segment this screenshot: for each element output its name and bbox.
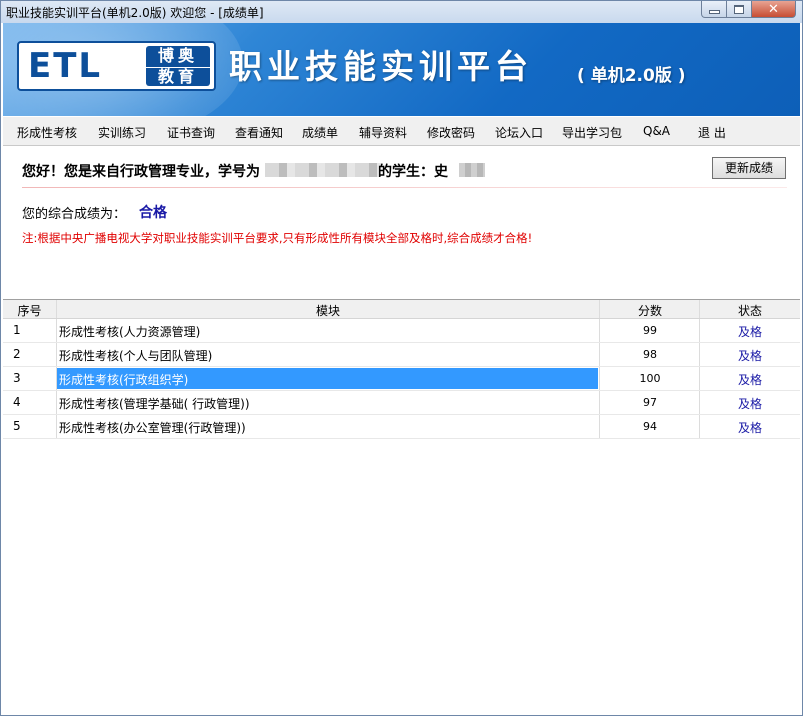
column-divider: [56, 415, 57, 438]
row-status: 及格: [737, 397, 762, 411]
row-module: 形成性考核(人力资源管理): [59, 325, 201, 339]
menu-item-notices[interactable]: 查看通知: [235, 124, 283, 141]
menu-item-certificate[interactable]: 证书查询: [167, 124, 215, 141]
window-title: 职业技能实训平台(单机2.0版) 欢迎您 - [成绩单]: [6, 6, 264, 20]
table-row[interactable]: 1 形成性考核(人力资源管理) 99 及格: [3, 319, 800, 343]
row-index: 4: [13, 395, 21, 409]
row-score: 97: [643, 396, 657, 409]
table-row-selected[interactable]: 3 形成性考核(行政组织学) 100 及格: [3, 367, 800, 391]
menu-bar: 形成性考核 实训练习 证书查询 查看通知 成绩单 辅导资料 修改密码 论坛入口 …: [3, 117, 800, 146]
header-banner: ETL 博奥 教育 职业技能实训平台 ( 单机2.0版 ): [3, 23, 800, 116]
close-icon: ✕: [768, 1, 779, 17]
notice-text: 注:根据中央广播电视大学对职业技能实训平台要求,只有形成性所有模块全部及格时,综…: [22, 231, 533, 245]
row-module: 形成性考核(管理学基础( 行政管理)): [59, 397, 250, 411]
column-header-status[interactable]: 状态: [700, 302, 800, 319]
menu-item-forum[interactable]: 论坛入口: [495, 124, 543, 141]
row-status: 及格: [737, 325, 762, 339]
column-divider: [699, 300, 700, 318]
column-header-module[interactable]: 模块: [56, 302, 600, 319]
banner-edition: ( 单机2.0版 ): [577, 66, 686, 86]
column-divider: [56, 391, 57, 414]
row-score: 99: [643, 324, 657, 337]
column-header-index[interactable]: 序号: [3, 302, 56, 319]
row-index: 2: [13, 347, 21, 361]
divider: [22, 187, 787, 188]
logo-badge-line2: 教育: [146, 67, 210, 86]
table-row[interactable]: 4 形成性考核(管理学基础( 行政管理)) 97 及格: [3, 391, 800, 415]
row-index: 5: [13, 419, 21, 433]
menu-item-export[interactable]: 导出学习包: [562, 124, 622, 141]
minimize-button[interactable]: [701, 1, 727, 18]
row-status: 及格: [737, 373, 762, 387]
overall-score-label: 您的综合成绩为：: [22, 207, 127, 222]
overall-score-value: 合格: [139, 205, 167, 221]
title-bar[interactable]: 职业技能实训平台(单机2.0版) 欢迎您 - [成绩单] ✕: [1, 1, 802, 23]
menu-item-formative-assessment[interactable]: 形成性考核: [17, 124, 77, 141]
greeting-text: 您好！您是来自行政管理专业，学号为: [22, 164, 260, 180]
logo-badge: 博奥 教育: [146, 46, 210, 86]
row-module: 形成性考核(个人与团队管理): [59, 349, 213, 363]
redacted-student-name: [459, 163, 485, 177]
menu-item-exit[interactable]: 退 出: [698, 124, 726, 141]
menu-item-qa[interactable]: Q&A: [643, 124, 670, 138]
greeting-suffix: 的学生：史: [378, 164, 448, 180]
window-controls: ✕: [701, 1, 796, 18]
minimize-icon: [708, 9, 720, 14]
row-module: 形成性考核(办公室管理(行政管理)): [59, 421, 246, 435]
row-status: 及格: [737, 349, 762, 363]
menu-item-change-password[interactable]: 修改密码: [427, 124, 475, 141]
column-divider: [56, 319, 57, 342]
menu-item-tutorials[interactable]: 辅导资料: [359, 124, 407, 141]
menu-item-practice[interactable]: 实训练习: [98, 124, 146, 141]
redacted-student-id: [265, 163, 381, 177]
column-header-score[interactable]: 分数: [600, 302, 700, 319]
row-score: 98: [643, 348, 657, 361]
table-header: 序号 模块 分数 状态: [3, 300, 800, 319]
banner-headline: 职业技能实训平台: [229, 47, 533, 86]
logo: ETL 博奥 教育: [17, 41, 216, 91]
row-score: 94: [643, 420, 657, 433]
row-index: 1: [13, 323, 21, 337]
scores-table: 序号 模块 分数 状态 1 形成性考核(人力资源管理) 99 及格 2 形成性考…: [3, 299, 800, 439]
table-row[interactable]: 2 形成性考核(个人与团队管理) 98 及格: [3, 343, 800, 367]
app-window: 职业技能实训平台(单机2.0版) 欢迎您 - [成绩单] ✕ ETL 博奥 教育…: [0, 0, 803, 716]
logo-badge-line1: 博奥: [157, 46, 198, 65]
update-scores-button[interactable]: 更新成绩: [712, 157, 786, 179]
maximize-icon: [734, 4, 744, 14]
column-divider: [599, 300, 600, 318]
row-status: 及格: [737, 421, 762, 435]
logo-text: ETL: [28, 46, 103, 86]
row-index: 3: [13, 371, 21, 385]
menu-item-transcript[interactable]: 成绩单: [302, 124, 338, 141]
close-button[interactable]: ✕: [752, 1, 796, 18]
column-divider: [56, 367, 57, 390]
row-module: 形成性考核(行政组织学): [59, 373, 189, 387]
column-divider: [56, 300, 57, 318]
table-row[interactable]: 5 形成性考核(办公室管理(行政管理)) 94 及格: [3, 415, 800, 439]
column-divider: [56, 343, 57, 366]
row-score: 100: [639, 372, 661, 385]
maximize-button[interactable]: [727, 1, 752, 18]
